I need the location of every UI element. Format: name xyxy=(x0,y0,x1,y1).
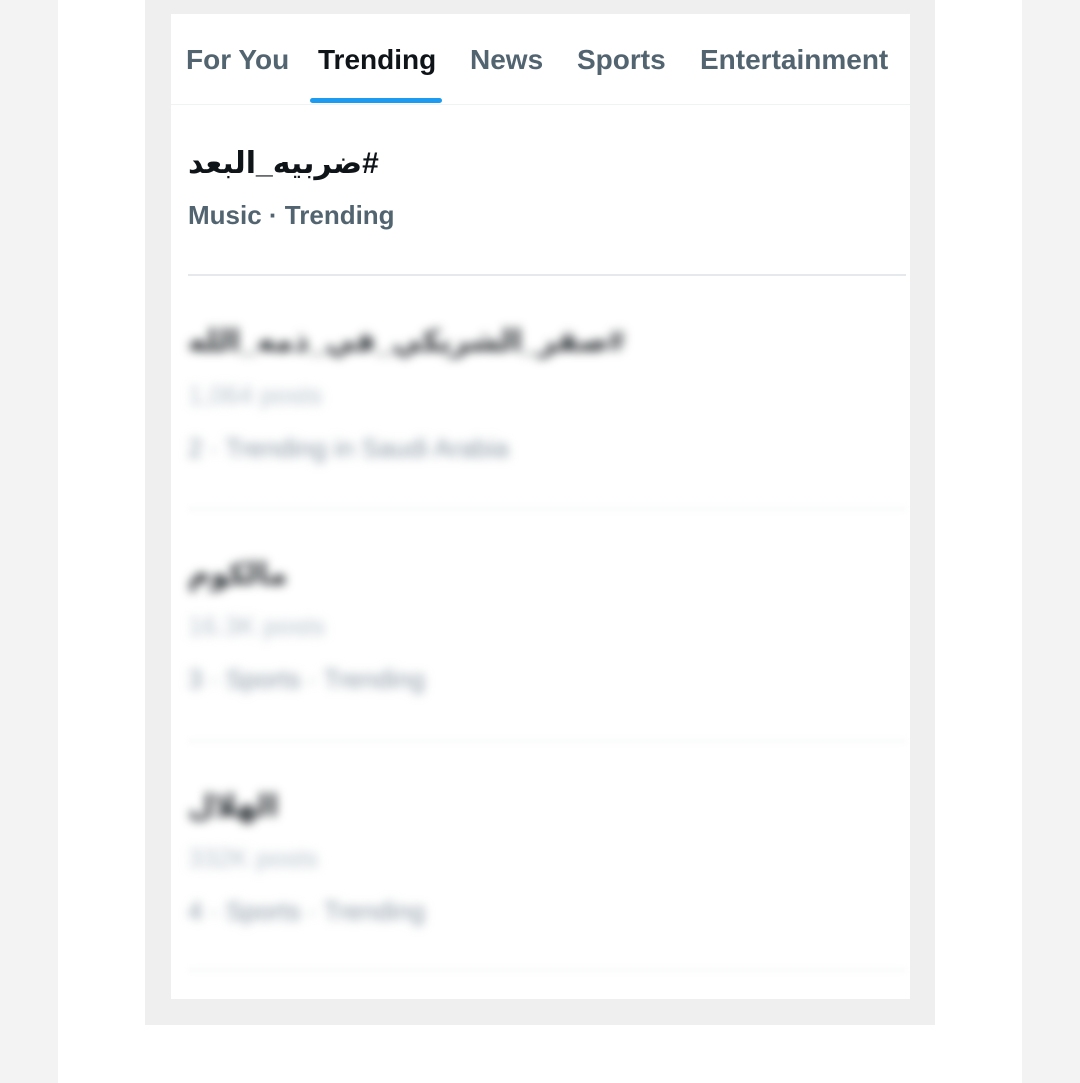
right-margin xyxy=(1022,0,1080,1083)
explore-card: For You Trending News Sports Entertainme… xyxy=(171,14,910,999)
trend-meta: 4 · Sports · Trending xyxy=(188,896,425,926)
trend-divider xyxy=(188,274,906,276)
tab-news[interactable]: News xyxy=(470,44,543,76)
tab-sports[interactable]: Sports xyxy=(577,44,666,76)
trend-meta: Music · Trending xyxy=(188,200,395,230)
trend-item[interactable]: #صقر_الشريكي_في_ذمه_الله 1,064 posts 2 ·… xyxy=(171,314,910,494)
tab-entertainment[interactable]: Entertainment xyxy=(700,44,888,76)
explore-tabs: For You Trending News Sports Entertainme… xyxy=(171,14,910,105)
trend-divider xyxy=(188,969,906,971)
left-margin xyxy=(0,0,58,1083)
trend-posts: 16.3K posts xyxy=(188,611,326,641)
trend-title: #صقر_الشريكي_في_ذمه_الله xyxy=(188,325,625,358)
trend-posts: 1,064 posts xyxy=(188,380,323,410)
trend-item[interactable]: مالكوم 16.3K posts 3 · Sports · Trending xyxy=(171,547,910,727)
screenshot-page: For You Trending News Sports Entertainme… xyxy=(0,0,1080,1083)
trend-meta: 2 · Trending in Saudi Arabia xyxy=(188,433,509,463)
trend-title: الهلال xyxy=(188,790,279,823)
tab-trending[interactable]: Trending xyxy=(318,44,436,76)
trend-posts: 332K posts xyxy=(188,843,319,873)
trend-meta: 3 · Sports · Trending xyxy=(188,664,425,694)
trend-title: مالكوم xyxy=(188,558,288,591)
active-tab-indicator xyxy=(310,98,442,103)
trend-item[interactable]: الهلال 332K posts 4 · Sports · Trending xyxy=(171,779,910,959)
trend-divider xyxy=(188,508,906,510)
trend-item[interactable]: #ضربيه_البعد Music · Trending xyxy=(171,134,910,274)
trend-divider xyxy=(188,740,906,742)
trend-title: #ضربيه_البعد xyxy=(188,147,379,180)
tab-for-you[interactable]: For You xyxy=(186,44,289,76)
